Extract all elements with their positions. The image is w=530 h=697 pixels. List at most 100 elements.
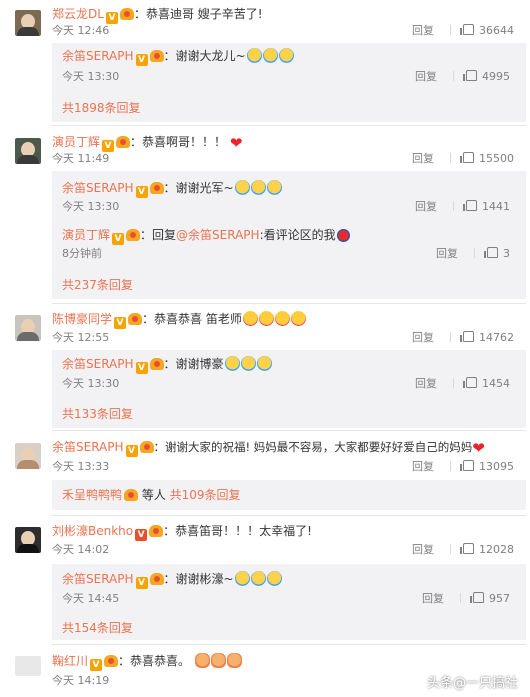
others-text: 等人 [138,488,170,502]
crying-emoji-icon [250,180,266,195]
reply-text: ：回复 [140,228,177,242]
like-count: 957 [489,592,510,605]
verified-badge: V [135,529,148,541]
avatar[interactable] [15,138,41,164]
heart-icon: ❤ [229,134,243,152]
like-icon[interactable] [470,592,484,603]
reply-box: 余笛SERAPH V ：谢谢光军~ 今天 13:30 回复 1441 演员丁辉 V ：回复… [52,171,526,299]
username[interactable]: 余笛SERAPH [52,440,124,454]
timestamp: 今天 13:30 [62,70,120,83]
crying-emoji-icon [266,180,282,195]
more-replies-link[interactable]: 共154条回复 [62,619,133,637]
like-icon[interactable] [463,70,477,81]
reply-button[interactable]: 回复 [422,591,444,607]
comment-item: 刘彬濠Benkho V ：恭喜笛哥！！！太幸福了! 今天 14:02 回复 12028… [0,517,530,645]
crying-emoji-icon [250,571,266,586]
avatar[interactable] [15,315,41,341]
reply-box: 余笛SERAPH V ：谢谢博豪 今天 13:30 回复 1454 共133条回复 [52,350,526,428]
username[interactable]: 郑云龙DL [52,7,104,21]
reply-text: :看评论区的我 [259,228,336,242]
more-replies-link[interactable]: 共1898条回复 [62,99,141,117]
timestamp: 今天 12:46 [52,24,110,37]
comment-text: ：恭喜笛哥！！！太幸福了! [163,524,312,538]
reply-button[interactable]: 回复 [415,69,437,85]
username[interactable]: 演员丁辉 [62,228,110,242]
timestamp: 今天 13:30 [62,200,120,213]
spiderman-emoji-icon [336,229,350,242]
like-icon[interactable] [484,247,498,258]
kiss-emoji-icon [290,311,306,326]
vip-badge-icon [149,358,164,370]
like-icon[interactable] [460,152,474,163]
like-count: 1454 [482,377,510,390]
reply-text: ：谢谢博豪 [163,357,224,371]
like-icon[interactable] [460,331,474,342]
reply-button[interactable]: 回复 [412,542,434,558]
verified-badge: V [114,317,127,329]
verified-badge: V [90,659,103,671]
reply-button[interactable]: 回复 [412,151,434,167]
reply-button[interactable]: 回复 [415,199,437,215]
like-icon[interactable] [460,24,474,35]
vip-badge-icon [139,441,154,453]
timestamp: 今天 13:33 [52,460,110,473]
username[interactable]: 余笛SERAPH [62,357,134,371]
like-count: 3 [503,247,510,260]
comment-text: ：恭喜恭喜 笛老师 [142,312,242,326]
divider [52,430,526,431]
avatar[interactable] [15,656,41,676]
comment-text: ：谢谢大家的祝福! 妈妈最不容易，大家都要好好爱自己的妈妈 [153,440,473,454]
crying-emoji-icon [266,571,282,586]
divider [52,515,526,516]
avatar[interactable] [15,443,41,469]
like-icon[interactable] [463,200,477,211]
more-replies-link[interactable]: 共237条回复 [62,276,133,294]
watermark: 头条@一只搞社 [426,676,518,691]
mention-link[interactable]: @余笛SERAPH [176,228,260,242]
like-icon[interactable] [463,377,477,388]
vip-badge-icon [149,50,164,62]
reply-button[interactable]: 回复 [436,246,458,262]
username[interactable]: 余笛SERAPH [62,572,134,586]
username[interactable]: 陈博豪同学 [52,312,112,326]
avatar[interactable] [15,527,41,553]
like-count: 1441 [482,200,510,213]
reply-button[interactable]: 回复 [412,330,434,346]
like-count: 12028 [479,543,514,556]
reply-button[interactable]: 回复 [412,459,434,475]
vip-badge-icon [149,525,164,537]
kiss-emoji-icon [258,311,274,326]
avatar[interactable] [15,10,41,36]
username[interactable]: 演员丁辉 [52,135,100,149]
like-count: 14762 [479,331,514,344]
like-count: 4995 [482,70,510,83]
crying-emoji-icon [234,571,250,586]
reply-button[interactable]: 回复 [415,376,437,392]
like-count: 13095 [479,460,514,473]
vip-badge-icon [149,573,164,585]
kiss-emoji-icon [242,311,258,326]
username[interactable]: 余笛SERAPH [62,181,134,195]
divider [52,303,526,304]
reply-text: ：谢谢大龙儿~ [163,49,246,63]
crying-emoji-icon [246,48,262,63]
username[interactable]: 鞠红川 [52,654,88,668]
like-count: 36644 [479,24,514,37]
like-icon[interactable] [460,543,474,554]
timestamp: 今天 14:02 [52,543,110,556]
username[interactable]: 刘彬濠Benkho [52,524,133,538]
comment-item: 演员丁辉 V ：恭喜啊哥！！！ ❤ 今天 11:49 回复 15500 余笛SERAP… [0,128,530,305]
like-icon[interactable] [460,460,474,471]
reply-box: 禾呈鸭鸭鸭 等人 共109条回复 [52,480,526,510]
vip-badge-icon [104,655,119,667]
more-replies-link[interactable]: 共109条回复 [170,488,241,502]
username[interactable]: 禾呈鸭鸭鸭 [62,488,122,502]
more-replies-link[interactable]: 共133条回复 [62,405,133,423]
vip-badge-icon [119,8,134,20]
crying-emoji-icon [256,356,272,371]
divider [52,125,526,126]
timestamp: 8分钟前 [62,247,102,260]
username[interactable]: 余笛SERAPH [62,49,134,63]
comment-item: 余笛SERAPH V ：谢谢大家的祝福! 妈妈最不容易，大家都要好好爱自己的妈妈❤ … [0,433,530,518]
reply-button[interactable]: 回复 [412,23,434,39]
